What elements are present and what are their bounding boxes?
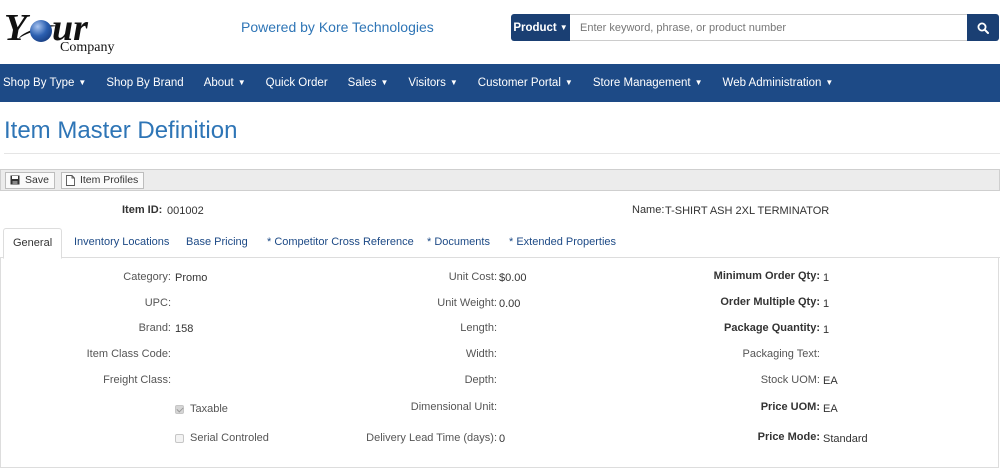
length-label: Length: <box>460 322 497 334</box>
logo-letter-y: Y <box>4 7 27 49</box>
document-icon <box>65 174 75 186</box>
package-quantity-value: 1 <box>823 324 830 336</box>
nav-label: Quick Order <box>265 77 328 89</box>
order-multiple-qty-label: Order Multiple Qty: <box>720 296 820 308</box>
brand-label: Brand: <box>138 322 171 334</box>
search-input[interactable] <box>570 14 967 41</box>
unit-cost-label: Unit Cost: <box>448 271 497 283</box>
tab-documents[interactable]: * Documents <box>427 228 490 258</box>
nav-shop-by-brand[interactable]: Shop By Brand <box>96 64 193 102</box>
title-divider <box>4 153 1000 154</box>
category-value: Promo <box>175 272 208 284</box>
search-category-label: Product <box>513 21 557 34</box>
nav-store-management[interactable]: Store Management ▼ <box>583 64 713 102</box>
item-class-code-label: Item Class Code: <box>86 348 171 360</box>
save-button[interactable]: Save <box>5 171 55 189</box>
tab-inventory-locations[interactable]: Inventory Locations <box>74 228 169 258</box>
search-button[interactable] <box>967 14 999 41</box>
freight-class-label: Freight Class: <box>103 374 171 386</box>
category-label: Category: <box>123 271 171 283</box>
taxable-label: Taxable <box>190 403 228 415</box>
chevron-down-icon: ▼ <box>78 78 87 87</box>
nav-label: Visitors <box>408 77 446 89</box>
chevron-down-icon: ▼ <box>564 78 573 87</box>
tab-base-pricing[interactable]: Base Pricing <box>186 228 248 258</box>
chevron-down-icon: ▼ <box>559 23 568 32</box>
packaging-text-label: Packaging Text: <box>742 348 820 360</box>
page-title: Item Master Definition <box>4 117 238 144</box>
taxable-checkbox[interactable] <box>175 405 184 414</box>
brand-value: 158 <box>175 323 194 335</box>
chevron-down-icon: ▼ <box>694 78 703 87</box>
search-category-dropdown[interactable]: Product ▼ <box>511 14 570 41</box>
package-quantity-label: Package Quantity: <box>724 322 820 334</box>
nav-about[interactable]: About ▼ <box>194 64 256 102</box>
tab-competitor-cross-reference[interactable]: * Competitor Cross Reference <box>267 228 414 258</box>
delivery-lead-time-label: Delivery Lead Time (days): <box>366 432 497 444</box>
site-header: Y ur Company Powered by Kore Technologie… <box>0 0 1000 64</box>
tab-general[interactable]: General <box>3 228 63 259</box>
serial-controlled-label: Serial Controled <box>190 432 269 444</box>
search-bar: Product ▼ <box>511 14 999 41</box>
logo-company-text: Company <box>60 40 115 55</box>
stock-uom-label: Stock UOM: <box>760 374 820 386</box>
tab-bar: General Inventory Locations Base Pricing… <box>0 228 1000 259</box>
nav-customer-portal[interactable]: Customer Portal ▼ <box>468 64 583 102</box>
price-uom-value: EA <box>823 403 838 415</box>
price-mode-label: Price Mode: <box>757 431 820 443</box>
tab-extended-properties[interactable]: * Extended Properties <box>509 228 616 258</box>
nav-label: Shop By Type <box>3 77 75 89</box>
form-toolbar: Save Item Profiles <box>0 169 1000 191</box>
unit-weight-label: Unit Weight: <box>437 297 497 309</box>
unit-cost-value: $0.00 <box>499 272 527 284</box>
item-profiles-button[interactable]: Item Profiles <box>60 171 145 189</box>
width-label: Width: <box>465 348 497 360</box>
depth-label: Depth: <box>464 374 497 386</box>
chevron-down-icon: ▼ <box>237 78 246 87</box>
nav-shop-by-type[interactable]: Shop By Type ▼ <box>0 64 96 102</box>
item-name-label: Name: <box>632 204 665 216</box>
search-icon <box>977 22 989 34</box>
unit-weight-value: 0.00 <box>499 298 521 310</box>
item-name-value: T-SHIRT ASH 2XL TERMINATOR <box>665 205 830 217</box>
powered-by-link[interactable]: Powered by Kore Technologies <box>241 19 434 35</box>
price-uom-label: Price UOM: <box>760 401 820 413</box>
item-profiles-label: Item Profiles <box>79 174 139 186</box>
price-mode-value: Standard <box>823 433 868 445</box>
company-logo[interactable]: Y ur Company <box>4 6 124 58</box>
item-id-label: Item ID: <box>122 204 163 216</box>
dimensional-unit-label: Dimensional Unit: <box>410 401 497 413</box>
nav-label: Customer Portal <box>477 77 561 89</box>
main-nav: Shop By Type ▼ Shop By Brand About ▼ Quick… <box>0 64 1000 102</box>
logo-globe-icon <box>30 20 52 42</box>
order-multiple-qty-value: 1 <box>823 298 830 310</box>
nav-label: Sales <box>347 77 377 89</box>
upc-label: UPC: <box>144 297 171 309</box>
floppy-disk-icon <box>10 175 20 185</box>
chevron-down-icon: ▼ <box>380 78 389 87</box>
save-label: Save <box>25 174 49 186</box>
chevron-down-icon: ▼ <box>825 78 834 87</box>
nav-visitors[interactable]: Visitors ▼ <box>398 64 467 102</box>
stock-uom-value: EA <box>823 375 838 387</box>
minimum-order-qty-value: 1 <box>823 272 830 284</box>
nav-quick-order[interactable]: Quick Order <box>256 64 338 102</box>
nav-web-administration[interactable]: Web Administration ▼ <box>713 64 844 102</box>
nav-sales[interactable]: Sales ▼ <box>338 64 399 102</box>
chevron-down-icon: ▼ <box>449 78 458 87</box>
item-id-value: 001002 <box>167 205 204 217</box>
minimum-order-qty-label: Minimum Order Qty: <box>713 270 820 282</box>
delivery-lead-time-value: 0 <box>499 433 506 445</box>
serial-controlled-checkbox[interactable] <box>175 434 184 443</box>
nav-label: About <box>203 77 234 89</box>
nav-label: Store Management <box>592 77 691 89</box>
nav-label: Shop By Brand <box>106 77 184 89</box>
nav-label: Web Administration <box>722 77 822 89</box>
